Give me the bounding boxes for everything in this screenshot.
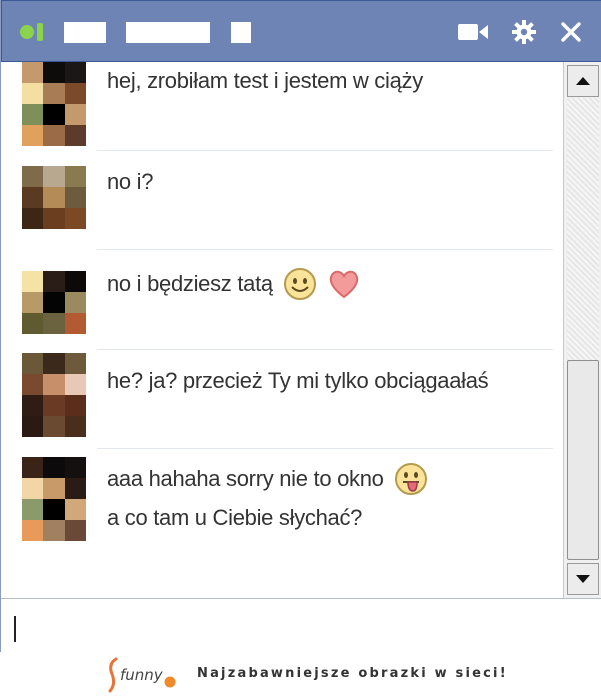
censored-name-block: [64, 22, 106, 43]
message-text: hej, zrobiłam test i jestem w ciąży: [107, 66, 423, 96]
message-item: hej, zrobiłam test i jestem w ciąży: [2, 62, 563, 150]
message-text-content: hej, zrobiłam test i jestem w ciąży: [107, 68, 423, 93]
heart-emoji-icon: [329, 270, 359, 299]
chat-titlebar[interactable]: [1, 0, 601, 62]
tagline: Najzabawniejsze obrazki w sieci!: [197, 666, 508, 681]
censored-name-block: [126, 22, 210, 43]
online-status-icon: [20, 25, 34, 39]
logo-text: funny: [120, 666, 164, 684]
message-item: aaa hahaha sorry nie to okno a co tam u …: [2, 449, 563, 549]
text-cursor: [14, 616, 16, 642]
avatar[interactable]: [22, 457, 86, 541]
video-camera-icon[interactable]: [456, 15, 490, 49]
scroll-down-button[interactable]: [567, 563, 599, 595]
arrow-down-icon: [576, 575, 590, 583]
avatar[interactable]: [22, 271, 86, 334]
message-text: no i?: [107, 167, 154, 197]
message-text-content: aaa hahaha sorry nie to okno: [107, 466, 384, 491]
avatar[interactable]: [22, 166, 86, 229]
message-item: he? ja? przecież Ty mi tylko obciągaałaś: [2, 350, 563, 449]
message-list[interactable]: hej, zrobiłam test i jestem w ciąży no i…: [2, 62, 563, 598]
gear-icon[interactable]: [507, 15, 541, 49]
smile-emoji-icon: [283, 268, 316, 300]
tongue-emoji-icon: [394, 463, 427, 495]
message-item: no i?: [2, 151, 563, 249]
scroll-up-button[interactable]: [567, 65, 599, 97]
scroll-thumb[interactable]: [567, 360, 599, 560]
message-text-content: no i?: [107, 169, 154, 194]
message-text: aaa hahaha sorry nie to okno: [107, 459, 428, 499]
funny-logo: funny: [108, 657, 176, 693]
message-text: a co tam u Ciebie słychać?: [107, 503, 362, 533]
censored-name-block: [231, 22, 251, 43]
avatar[interactable]: [22, 353, 86, 437]
message-text: no i będziesz tatą: [107, 264, 361, 304]
arrow-up-icon: [576, 77, 590, 85]
message-scrollbar[interactable]: [563, 62, 601, 598]
close-icon[interactable]: [554, 15, 588, 49]
online-status-bar: [37, 23, 43, 41]
message-text-content: no i będziesz tatą: [107, 271, 273, 296]
message-text-content: he? ja? przecież Ty mi tylko obciągaałaś: [107, 368, 489, 393]
message-text: he? ja? przecież Ty mi tylko obciągaałaś: [107, 366, 489, 396]
message-item: no i będziesz tatą: [2, 250, 563, 350]
avatar[interactable]: [22, 62, 86, 146]
message-input[interactable]: [1, 598, 601, 652]
chat-window: hej, zrobiłam test i jestem w ciąży no i…: [0, 0, 601, 652]
message-text-content: a co tam u Ciebie słychać?: [107, 505, 363, 530]
